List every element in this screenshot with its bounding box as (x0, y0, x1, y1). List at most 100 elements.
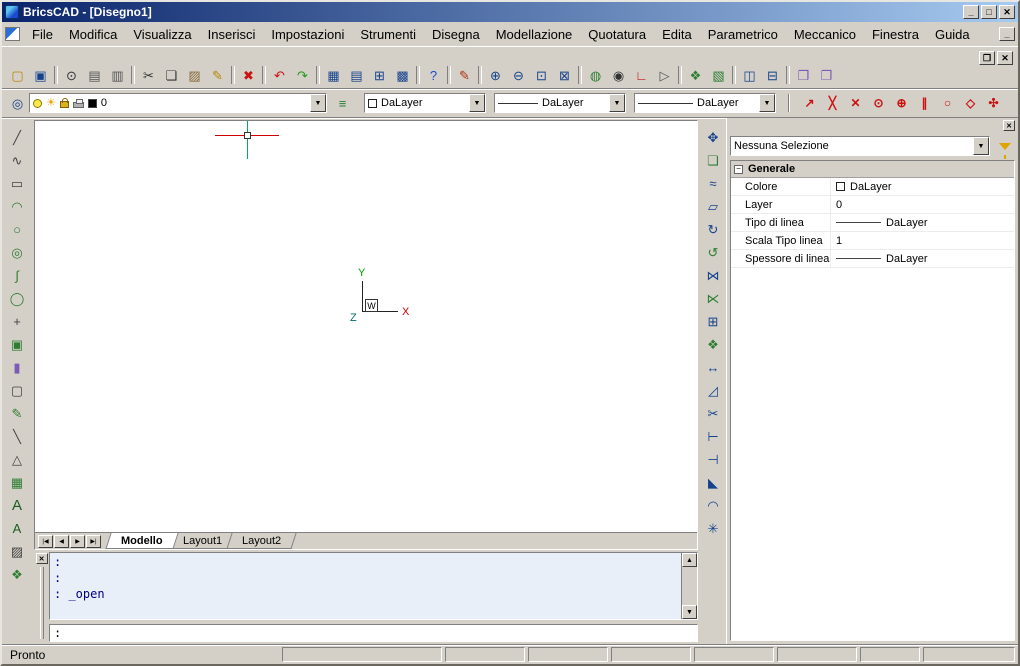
lineweight-combo[interactable]: DaLayer ▼ (634, 93, 776, 113)
paste-icon[interactable]: ▨ (183, 65, 206, 85)
boundary-icon[interactable]: ▢ (6, 379, 29, 402)
titlebar[interactable]: BricsCAD - [Disegno1] _ □ ✕ (2, 2, 1018, 22)
move-icon[interactable]: ✥ (702, 126, 725, 149)
menu-item[interactable]: Modifica (61, 24, 125, 45)
array-3d-icon[interactable]: ❖ (702, 333, 725, 356)
named-views-icon[interactable]: ▷ (653, 65, 676, 85)
next-tab-button[interactable]: ▶ (70, 535, 85, 548)
selection-dropdown-button[interactable]: ▼ (973, 137, 989, 155)
pan-icon[interactable]: ◍ (584, 65, 607, 85)
donut-icon[interactable]: ◎ (6, 241, 29, 264)
visibility-icon[interactable]: ◉ (607, 65, 630, 85)
chamfer-icon[interactable]: ◣ (702, 471, 725, 494)
layer-dropdown-button[interactable]: ▼ (310, 94, 326, 112)
status-cell[interactable] (611, 647, 691, 662)
zoom-extents-icon[interactable]: ⊠ (553, 65, 576, 85)
property-value[interactable]: 0 (831, 196, 1014, 213)
save-icon[interactable]: ▣ (29, 65, 52, 85)
scroll-up-button[interactable]: ▲ (682, 553, 697, 567)
property-value[interactable]: 1 (831, 232, 1014, 249)
rectangle-icon[interactable]: ▭ (6, 172, 29, 195)
menu-item[interactable]: Meccanico (786, 24, 864, 45)
copy-entities-icon[interactable]: ❏ (702, 149, 725, 172)
property-row[interactable]: Colore DaLayer (731, 178, 1014, 196)
menu-item[interactable]: Parametrico (700, 24, 786, 45)
command-scrollbar[interactable]: ▲ ▼ (681, 553, 697, 619)
color-combo[interactable]: DaLayer ▼ (364, 93, 486, 113)
insert-block-icon[interactable]: ❖ (6, 563, 29, 586)
command-grip[interactable] (40, 567, 44, 639)
menu-item[interactable]: Guida (927, 24, 978, 45)
render-icon[interactable]: ❖ (684, 65, 707, 85)
mirror-3d-icon[interactable]: ⋉ (702, 287, 725, 310)
drawing-explorer-icon[interactable]: ▦ (322, 65, 345, 85)
rotate-3d-icon[interactable]: ↺ (702, 241, 725, 264)
status-cell[interactable] (923, 647, 1015, 662)
line-icon[interactable]: ╱ (6, 126, 29, 149)
child-minimize-button[interactable]: _ (999, 27, 1015, 41)
selection-filter-button[interactable] (995, 136, 1015, 156)
match-properties-icon[interactable]: ✎ (206, 65, 229, 85)
status-cell[interactable] (860, 647, 920, 662)
status-cell[interactable] (282, 647, 442, 662)
hatch-icon[interactable]: ▨ (6, 540, 29, 563)
layer-states-icon[interactable]: ≡ (331, 93, 354, 113)
menu-item[interactable]: File (24, 24, 61, 45)
materials-icon[interactable]: ▧ (707, 65, 730, 85)
views-explorer-icon[interactable]: ▩ (391, 65, 414, 85)
property-value[interactable]: DaLayer (831, 214, 1014, 231)
zoom-out-icon[interactable]: ⊖ (507, 65, 530, 85)
point-icon[interactable]: + (6, 310, 29, 333)
linetype-combo[interactable]: DaLayer ▼ (494, 93, 626, 113)
circle-icon[interactable]: ○ (6, 218, 29, 241)
new-window-icon[interactable]: ❒ (792, 65, 815, 85)
status-cell[interactable] (694, 647, 774, 662)
cut-icon[interactable]: ✂ (137, 65, 160, 85)
scroll-down-button[interactable]: ▼ (682, 605, 697, 619)
snap-endpoint-icon[interactable]: ╳ (821, 93, 844, 113)
property-row[interactable]: Scala Tipo linea 1 (731, 232, 1014, 250)
layers-explorer-icon[interactable]: ▤ (345, 65, 368, 85)
property-row[interactable]: Layer 0 (731, 196, 1014, 214)
property-value[interactable]: DaLayer (831, 178, 1014, 195)
mtext-icon[interactable]: A (6, 517, 29, 540)
polygon-icon[interactable]: △ (6, 448, 29, 471)
command-history[interactable]: : : : _open (50, 553, 681, 619)
tile-vertical-icon[interactable]: ◫ (738, 65, 761, 85)
zoom-in-icon[interactable]: ⊕ (484, 65, 507, 85)
menu-item[interactable]: Strumenti (352, 24, 424, 45)
copy-icon[interactable]: ❏ (160, 65, 183, 85)
layout-tab[interactable]: Modello (105, 533, 178, 549)
plot-icon[interactable]: ▥ (106, 65, 129, 85)
last-tab-button[interactable]: ▶| (86, 535, 101, 548)
fillet-icon[interactable]: ◠ (702, 494, 725, 517)
ellipse-icon[interactable]: ◯ (6, 287, 29, 310)
scale-icon[interactable]: ◿ (702, 379, 725, 402)
selection-combo[interactable]: Nessuna Selezione ▼ (730, 136, 990, 156)
menu-item[interactable]: Disegna (424, 24, 488, 45)
menu-item[interactable]: Inserisci (200, 24, 264, 45)
solid-icon[interactable]: ▮ (6, 356, 29, 379)
ucs-dialog-icon[interactable]: ∟ (630, 65, 653, 85)
region-icon[interactable]: ▣ (6, 333, 29, 356)
help-icon[interactable]: ? (422, 65, 445, 85)
property-value[interactable]: DaLayer (831, 250, 1014, 267)
spline-icon[interactable]: ∫ (6, 264, 29, 287)
erase-icon[interactable]: ✖ (237, 65, 260, 85)
properties-group-header[interactable]: − Generale (731, 161, 1014, 178)
command-close-button[interactable]: ✕ (36, 553, 48, 564)
redline-icon[interactable]: ✎ (453, 65, 476, 85)
minimize-button[interactable]: _ (963, 5, 979, 19)
linetype-dropdown-button[interactable]: ▼ (609, 94, 625, 112)
redo-icon[interactable]: ↷ (291, 65, 314, 85)
stretch-icon[interactable]: ↔ (702, 356, 725, 379)
print-preview-icon[interactable]: ⊙ (60, 65, 83, 85)
layer-combo[interactable]: ☀ 0 ▼ (29, 93, 327, 113)
freehand-icon[interactable]: ✎ (6, 402, 29, 425)
window-list-icon[interactable]: ❐ (815, 65, 838, 85)
extend-icon[interactable]: ⊢ (702, 425, 725, 448)
status-cell[interactable] (528, 647, 608, 662)
text-icon[interactable]: A (6, 494, 29, 517)
menu-item[interactable]: Modellazione (488, 24, 581, 45)
color-dropdown-button[interactable]: ▼ (469, 94, 485, 112)
